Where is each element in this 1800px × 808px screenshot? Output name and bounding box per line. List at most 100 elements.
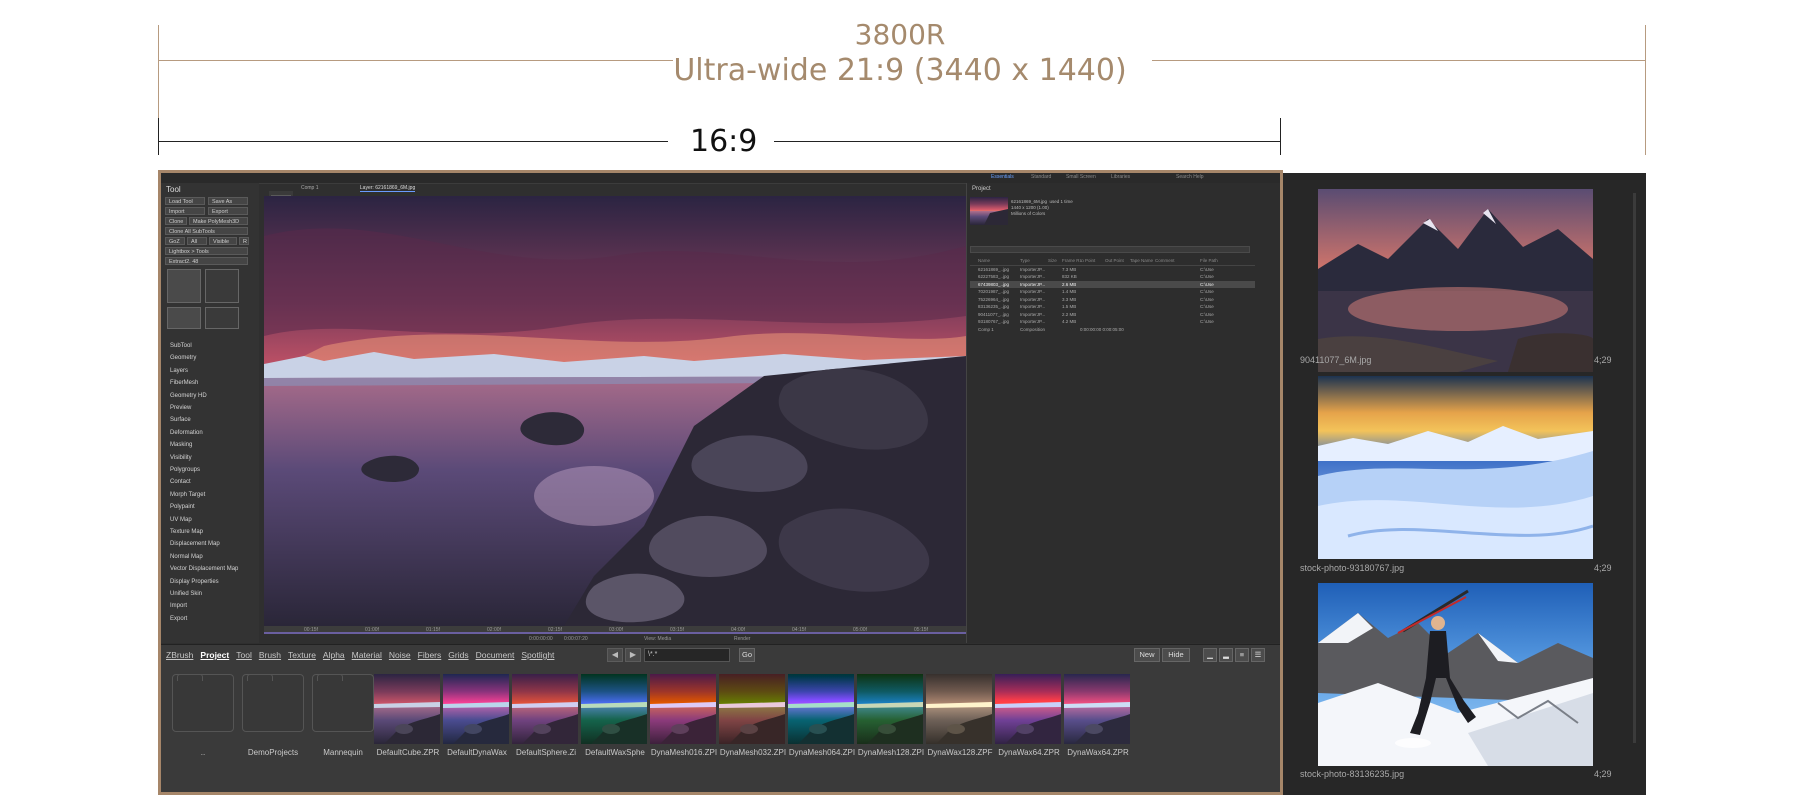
lightbox-folder[interactable]: DemoProjects [239,674,307,757]
lightbox-tab-zbrush[interactable]: ZBrush [166,650,193,660]
timeline-work-area-bar[interactable] [264,632,966,634]
tool-menu-unified-skin[interactable]: Unified Skin [170,591,202,597]
project-table-row[interactable]: 62161869_..jpg ImporterJP... 7.3 MB C:\Use [970,266,1255,274]
tool-menu-surface[interactable]: Surface [170,417,191,423]
lightbox-project-item[interactable]: DefaultWaxSphe [581,674,649,757]
lightbox-path-field[interactable]: \*.* [644,648,730,662]
lightbox-project-item[interactable]: DynaMesh128.ZPI [857,674,925,757]
tool-menu-vector-displacement-map[interactable]: Vector Displacement Map [170,566,238,572]
extract-slider[interactable]: Extract2. 48 [165,257,248,265]
lightbox-go-button[interactable]: Go [739,648,755,662]
import-button[interactable]: Import [165,207,205,215]
tool-menu-visibility[interactable]: Visibility [170,455,192,461]
tool-menu-displacement-map[interactable]: Displacement Map [170,541,220,547]
lightbox-size-small-button[interactable]: ▁ [1203,648,1217,662]
tool-menu-display-properties[interactable]: Display Properties [170,579,219,585]
clone-button[interactable]: Clone [165,217,187,225]
tab-layer[interactable]: Layer: 62161869_6M.jpg [359,185,416,192]
visible-button[interactable]: Visible [209,237,237,245]
lightbox-tab-project[interactable]: Project [200,650,229,660]
lightbox-folder[interactable]: Mannequin [309,674,377,757]
tool-menu-subtool[interactable]: SubTool [170,343,192,349]
project-search-input[interactable] [970,246,1250,253]
project-table-row[interactable]: 75226964_..jpg ImporterJP... 3.3 MB C:\Use [970,296,1255,304]
workspace-tab-small-screen[interactable]: Small Screen [1066,174,1096,181]
tool-menu-contact[interactable]: Contact [170,479,191,485]
goz-button[interactable]: GoZ [165,237,185,245]
media-thumb-lake[interactable] [1318,189,1593,372]
tool-menu-deformation[interactable]: Deformation [170,430,203,436]
project-column-header[interactable]: Tape Name [1130,257,1153,265]
all-button[interactable]: All [187,237,207,245]
lightbox-new-button[interactable]: New [1134,648,1160,662]
view-select[interactable]: View: Media [644,636,671,642]
lightbox-project-item[interactable]: DefaultCube.ZPR [374,674,442,757]
project-table-row[interactable]: 67439803_..jpg ImporterJP... 2.6 MB C:\Use [970,280,1255,288]
workspace-tab-libraries[interactable]: Libraries [1111,174,1130,181]
project-table-row[interactable]: 90411077_..jpg ImporterJP... 2.2 MB C:\Use [970,311,1255,319]
r-button[interactable]: R [239,237,249,245]
lightbox-tab-tool[interactable]: Tool [236,650,252,660]
project-table-row[interactable]: 70201987_..jpg ImporterJP... 1.4 MB C:\Use [970,288,1255,296]
project-column-header[interactable]: File Path [1200,257,1218,265]
lightbox-project-item[interactable]: DynaMesh032.ZPI [719,674,787,757]
tool-thumb-simplebrush[interactable] [167,307,201,329]
tool-menu-normal-map[interactable]: Normal Map [170,554,203,560]
load-tool-button[interactable]: Load Tool [165,197,205,205]
lightbox-tab-alpha[interactable]: Alpha [323,650,345,660]
workspace-tab-standard[interactable]: Standard [1031,174,1051,181]
project-table-row[interactable]: 93180767_..jpg ImporterJP... 4.2 MB C:\Use [970,318,1255,326]
tool-menu-geometry[interactable]: Geometry [170,355,196,361]
render-checkbox[interactable]: Render [734,636,750,642]
tool-menu-masking[interactable]: Masking [170,442,192,448]
lightbox-project-item[interactable]: DynaMesh016.ZPI [650,674,718,757]
workspace-tab-essentials[interactable]: Essentials [991,174,1014,181]
media-panel-scrollbar[interactable] [1633,193,1636,743]
lightbox-tab-brush[interactable]: Brush [259,650,281,660]
lightbox-project-item[interactable]: DynaWax64.ZPR [995,674,1063,757]
timeline-ruler[interactable]: 00:15f 01:00f 01:15f 02:00f 02:15f 03:00f 03:1… [264,626,966,634]
tool-menu-geometry-hd[interactable]: Geometry HD [170,393,207,399]
tool-thumb-polymesh[interactable] [205,307,239,329]
lightbox-tab-texture[interactable]: Texture [288,650,316,660]
search-help[interactable]: Search Help [1176,174,1204,181]
lightbox-tab-material[interactable]: Material [352,650,382,660]
tool-menu-export[interactable]: Export [170,616,187,622]
lightbox-next-button[interactable]: ▶ [625,648,641,662]
lightbox-tab-fibers[interactable]: Fibers [418,650,442,660]
lightbox-list-button[interactable]: ≡ [1235,648,1249,662]
lightbox-project-item[interactable]: DynaWax128.ZPF [926,674,994,757]
make-polymesh-button[interactable]: Make PolyMesh3D [189,217,248,225]
lightbox-project-item[interactable]: DynaWax64.ZPR [1064,674,1132,757]
lightbox-size-medium-button[interactable]: ▂ [1219,648,1233,662]
viewport-image[interactable] [264,196,966,626]
lightbox-tools-button[interactable]: Lightbox > Tools [165,247,248,255]
save-as-button[interactable]: Save As [208,197,248,205]
timecode-duration[interactable]: 0:00:07:20 [564,636,588,642]
tool-menu-layers[interactable]: Layers [170,368,188,374]
tool-menu-polypaint[interactable]: Polypaint [170,504,195,510]
tool-menu-uv-map[interactable]: UV Map [170,517,192,523]
export-button[interactable]: Export [208,207,248,215]
timecode-start[interactable]: 0:00:00:00 [529,636,553,642]
media-thumb-snow[interactable] [1318,376,1593,559]
project-column-header[interactable]: Name [978,257,990,265]
lightbox-folder[interactable]: .. [169,674,237,757]
project-column-header[interactable]: Type [1020,257,1030,265]
tool-menu-preview[interactable]: Preview [170,405,191,411]
project-column-header[interactable]: Size [1048,257,1057,265]
tab-comp[interactable]: Comp 1 [301,185,319,191]
lightbox-tab-grids[interactable]: Grids [448,650,468,660]
lightbox-detail-button[interactable]: ☰ [1251,648,1265,662]
project-table-row[interactable]: Comp 1 Composition 0:00:00:00 0:00:05:00 [970,326,1255,334]
project-column-header[interactable]: In Point [1080,257,1095,265]
project-column-header[interactable]: Comment [1155,257,1175,265]
tool-thumb-extract[interactable] [167,269,201,303]
project-table-row[interactable]: 62227583_..jpg ImporterJP... 832 KB C:\Use [970,273,1255,281]
tool-menu-import[interactable]: Import [170,603,187,609]
tool-menu-polygroups[interactable]: Polygroups [170,467,200,473]
clone-all-subtools-button[interactable]: Clone All SubTools [165,227,248,235]
lightbox-hide-button[interactable]: Hide [1162,648,1190,662]
media-thumb-skier[interactable] [1318,583,1593,766]
project-column-header[interactable]: Out Point [1105,257,1124,265]
